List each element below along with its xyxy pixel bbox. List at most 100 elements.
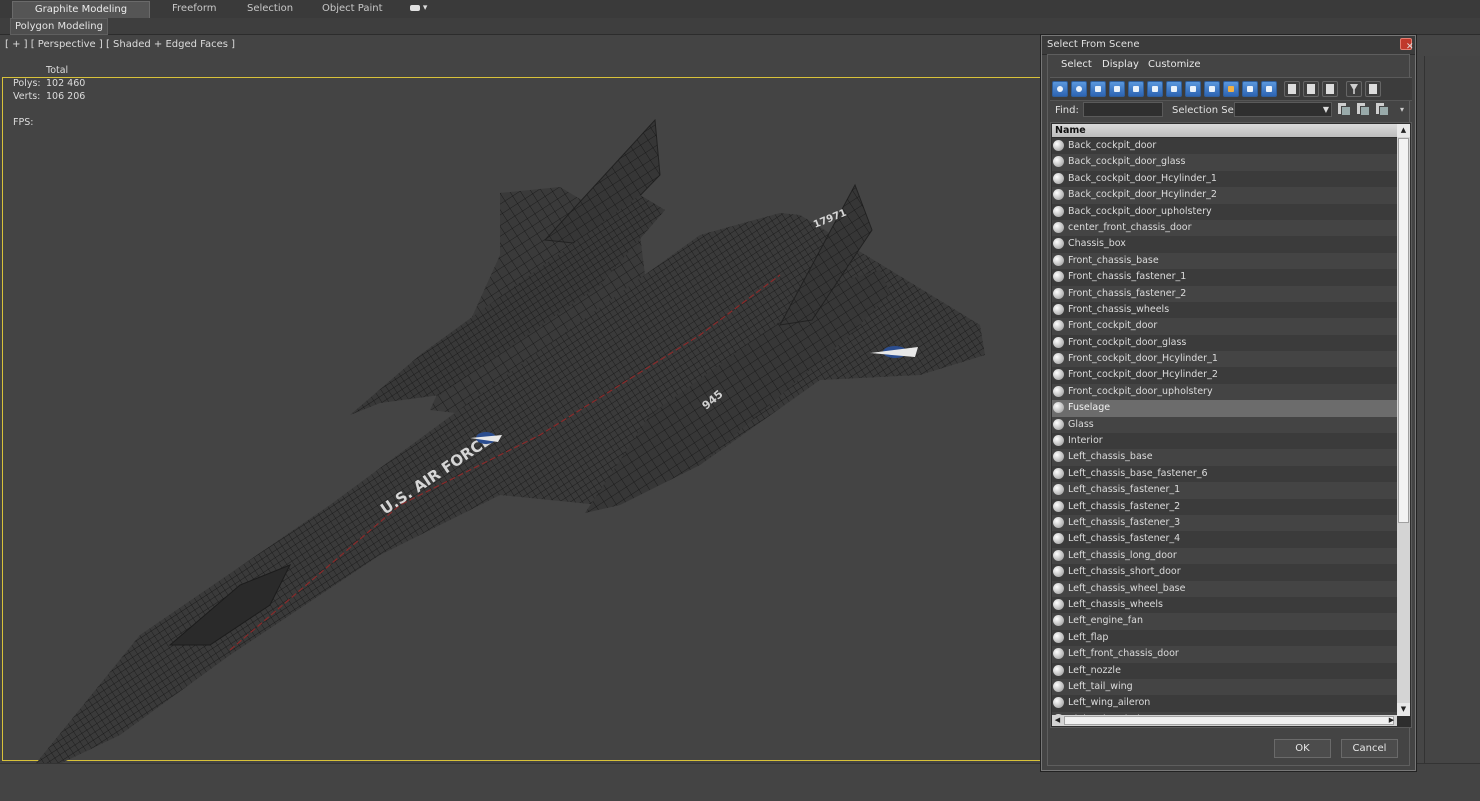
- display-all-icon[interactable]: [1223, 81, 1239, 97]
- horizontal-scroll-thumb[interactable]: [1064, 716, 1394, 725]
- list-item[interactable]: Left_front_chassis_door: [1052, 646, 1397, 663]
- find-input[interactable]: [1083, 102, 1163, 117]
- display-invert-icon[interactable]: [1261, 81, 1277, 97]
- list-item[interactable]: Front_chassis_fastener_2: [1052, 285, 1397, 302]
- list-item[interactable]: Left_chassis_fastener_1: [1052, 482, 1397, 499]
- list-item[interactable]: Front_cockpit_door_Hcylinder_1: [1052, 351, 1397, 368]
- scroll-thumb[interactable]: [1398, 138, 1409, 523]
- list-item-label: center_front_chassis_door: [1068, 221, 1192, 233]
- list-item-label: Back_cockpit_door: [1068, 140, 1157, 151]
- display-spacewarps-icon[interactable]: [1147, 81, 1163, 97]
- list-item[interactable]: Left_wing_aileron: [1052, 695, 1397, 712]
- tab-selection[interactable]: Selection: [233, 1, 307, 17]
- list-item[interactable]: Front_cockpit_door_upholstery: [1052, 383, 1397, 401]
- display-cameras-icon[interactable]: [1109, 81, 1125, 97]
- menu-select[interactable]: Select: [1061, 59, 1092, 70]
- list-item[interactable]: Left_chassis_wheel_base: [1052, 580, 1397, 597]
- list-item[interactable]: Left_chassis_short_door: [1052, 564, 1397, 581]
- filter-options-icon[interactable]: [1365, 81, 1381, 97]
- tab-object-paint[interactable]: Object Paint: [308, 1, 397, 17]
- selection-set-dropdown[interactable]: ▼: [1234, 102, 1332, 117]
- select-invert-icon[interactable]: [1322, 81, 1338, 97]
- list-item[interactable]: Front_chassis_fastener_1: [1052, 269, 1397, 286]
- geometry-object-icon: [1053, 484, 1064, 496]
- list-item[interactable]: Left_chassis_fastener_4: [1052, 531, 1397, 548]
- geometry-object-icon: [1053, 303, 1064, 315]
- select-all-icon[interactable]: [1284, 81, 1300, 97]
- display-none-icon[interactable]: [1242, 81, 1258, 97]
- horizontal-scrollbar[interactable]: ◀ ▶: [1052, 715, 1397, 726]
- dialog-title-bar[interactable]: Select From Scene ✕: [1042, 36, 1415, 55]
- display-xrefs-icon[interactable]: [1185, 81, 1201, 97]
- display-bones-icon[interactable]: [1204, 81, 1220, 97]
- geometry-object-icon: [1053, 516, 1064, 528]
- list-item[interactable]: Front_chassis_base: [1052, 252, 1397, 270]
- tab-graphite-modeling-tools[interactable]: Graphite Modeling Tools: [12, 1, 150, 31]
- scroll-left-icon[interactable]: ◀: [1052, 715, 1063, 726]
- tab-freeform[interactable]: Freeform: [158, 1, 231, 17]
- list-item[interactable]: Back_cockpit_door_glass: [1052, 154, 1397, 171]
- name-column-header[interactable]: Name: [1052, 124, 1397, 137]
- list-item-label: Glass: [1068, 418, 1094, 430]
- geometry-object-icon: [1053, 467, 1064, 479]
- cancel-button[interactable]: Cancel: [1341, 739, 1398, 758]
- list-item[interactable]: Left_nozzle: [1052, 662, 1397, 679]
- scroll-up-icon[interactable]: ▲: [1397, 124, 1410, 137]
- geometry-object-icon: [1053, 615, 1064, 627]
- aircraft-wireframe-model[interactable]: U.S. AIR FORCE 17971 945: [0, 80, 1040, 800]
- create-selection-set-icon[interactable]: [1337, 103, 1351, 116]
- list-item[interactable]: Fuselage: [1052, 400, 1397, 417]
- geometry-object-icon: [1053, 172, 1064, 184]
- display-groups-icon[interactable]: [1166, 81, 1182, 97]
- list-item[interactable]: Left_tail_wing: [1052, 678, 1397, 696]
- select-none-icon[interactable]: [1303, 81, 1319, 97]
- list-item[interactable]: Chassis_box: [1052, 236, 1397, 253]
- list-item[interactable]: Left_chassis_fastener_3: [1052, 514, 1397, 532]
- geometry-object-icon: [1053, 680, 1064, 692]
- viewport-label[interactable]: [ + ] [ Perspective ] [ Shaded + Edged F…: [5, 39, 235, 50]
- vertical-scrollbar[interactable]: ▲ ▼: [1397, 124, 1410, 716]
- list-item[interactable]: Interior: [1052, 433, 1397, 450]
- list-item-label: Front_cockpit_door_Hcylinder_2: [1068, 369, 1218, 381]
- list-item[interactable]: Left_chassis_long_door: [1052, 547, 1397, 565]
- add-to-selection-set-icon[interactable]: [1356, 103, 1370, 116]
- list-item[interactable]: Left_chassis_base_fastener_6: [1052, 465, 1397, 483]
- collapse-toolbar-icon[interactable]: ▾: [1400, 105, 1404, 114]
- display-geometry-icon[interactable]: [1052, 81, 1068, 97]
- list-item[interactable]: Back_cockpit_door_Hcylinder_2: [1052, 187, 1397, 204]
- list-item[interactable]: Back_cockpit_door_Hcylinder_1: [1052, 170, 1397, 188]
- list-item-label: Left_front_chassis_door: [1068, 648, 1179, 660]
- list-item-label: Left_chassis_fastener_1: [1068, 484, 1181, 496]
- ribbon-tab-bar: Graphite Modeling Tools Freeform Selecti…: [0, 0, 1480, 31]
- display-helpers-icon[interactable]: [1128, 81, 1144, 97]
- list-item[interactable]: center_front_chassis_door: [1052, 219, 1397, 237]
- geometry-object-icon: [1053, 189, 1064, 201]
- ribbon-options-dropdown[interactable]: ▾: [410, 3, 427, 13]
- display-shapes-icon[interactable]: [1071, 81, 1087, 97]
- list-item-label: Front_chassis_wheels: [1068, 303, 1170, 315]
- list-item[interactable]: Glass: [1052, 416, 1397, 434]
- list-item[interactable]: Left_engine_fan: [1052, 613, 1397, 630]
- list-item[interactable]: Front_cockpit_door_glass: [1052, 334, 1397, 352]
- scroll-right-icon[interactable]: ▶: [1386, 715, 1397, 726]
- list-item[interactable]: Front_cockpit_door: [1052, 318, 1397, 335]
- list-item[interactable]: Back_cockpit_door_upholstery: [1052, 203, 1397, 220]
- geometry-object-icon: [1053, 533, 1064, 545]
- list-item[interactable]: Left_flap: [1052, 629, 1397, 647]
- tab-polygon-modeling[interactable]: Polygon Modeling: [10, 18, 108, 35]
- list-item[interactable]: Front_cockpit_door_Hcylinder_2: [1052, 367, 1397, 384]
- list-item[interactable]: Back_cockpit_door: [1052, 138, 1397, 155]
- list-item[interactable]: Left_chassis_base: [1052, 449, 1397, 466]
- ok-button[interactable]: OK: [1274, 739, 1331, 758]
- list-item[interactable]: Left_chassis_fastener_2: [1052, 498, 1397, 515]
- list-item-label: Back_cockpit_door_glass: [1068, 156, 1186, 168]
- display-lights-icon[interactable]: [1090, 81, 1106, 97]
- list-item[interactable]: Left_chassis_wheels: [1052, 596, 1397, 614]
- remove-from-selection-set-icon[interactable]: [1375, 103, 1389, 116]
- close-button[interactable]: ✕: [1400, 38, 1414, 52]
- menu-display[interactable]: Display: [1102, 59, 1139, 70]
- menu-customize[interactable]: Customize: [1148, 59, 1201, 70]
- filter-icon[interactable]: [1346, 81, 1362, 97]
- scroll-down-icon[interactable]: ▼: [1397, 703, 1410, 716]
- list-item[interactable]: Front_chassis_wheels: [1052, 301, 1397, 319]
